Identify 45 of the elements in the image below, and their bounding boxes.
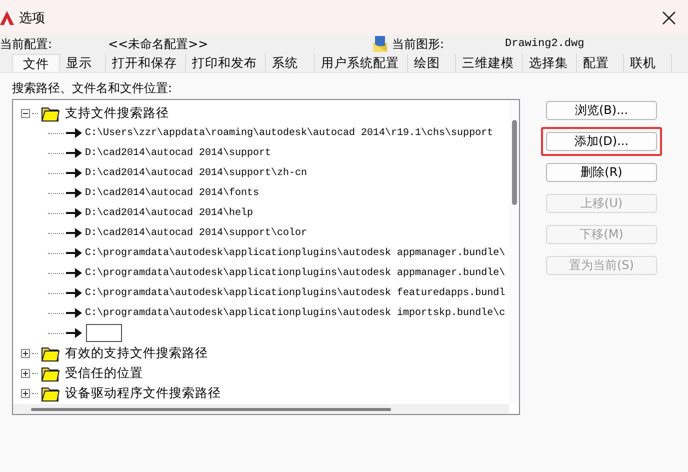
tree-item[interactable]: 设备驱动程序文件搜索路径 <box>65 384 221 402</box>
drawing-name: Drawing2.dwg <box>505 38 586 50</box>
tree-item[interactable]: D:\cad2014\autocad 2014\help <box>85 208 254 218</box>
arrow-icon <box>66 328 82 338</box>
tree-item[interactable]: 受信任的位置 <box>65 364 143 382</box>
arrow-icon <box>66 128 82 138</box>
expand-icon[interactable] <box>21 348 30 358</box>
arrow-icon <box>66 168 82 178</box>
profile-label: 当前配置: <box>0 36 54 52</box>
expand-icon[interactable] <box>21 388 30 398</box>
tree-item[interactable]: D:\cad2014\autocad 2014\support\zh-cn <box>85 168 308 178</box>
tree-item[interactable]: D:\cad2014\autocad 2014\support\color <box>85 228 308 238</box>
arrow-icon <box>66 248 82 258</box>
action-button[interactable]: 添加(D)... <box>546 132 657 151</box>
drawing-file-icon <box>372 35 388 53</box>
window-title: 选项 <box>19 10 46 26</box>
arrow-icon <box>66 228 82 238</box>
profile-name: <<未命名配置>> <box>108 36 210 52</box>
arrow-icon <box>66 308 82 318</box>
vertical-scrollbar[interactable] <box>509 100 519 404</box>
tree-item[interactable]: C:\programdata\autodesk\applicationplugins\autodesk importskp.bundle\c <box>85 308 506 318</box>
arrow-icon <box>66 208 82 218</box>
tree-item[interactable]: D:\cad2014\autocad 2014\support <box>85 148 272 158</box>
collapse-icon[interactable] <box>21 108 30 118</box>
tree-item[interactable]: 支持文件搜索路径 <box>65 104 169 122</box>
input-field[interactable] <box>86 324 122 342</box>
tree-item[interactable]: 有效的支持文件搜索路径 <box>65 344 208 362</box>
tab[interactable]: 文件 <box>12 54 60 72</box>
tree-item[interactable]: C:\programdata\autodesk\applicationplugins\autodesk appmanager.bundle\ <box>85 268 506 278</box>
arrow-icon <box>66 288 82 298</box>
expand-icon[interactable] <box>21 368 30 378</box>
action-button[interactable]: 删除(R) <box>546 163 657 182</box>
tree-caption: 搜索路径、文件名和文件位置: <box>11 80 174 95</box>
arrow-icon <box>66 148 82 158</box>
arrow-icon <box>66 188 82 198</box>
arrow-icon <box>66 268 82 278</box>
tree-item[interactable]: C:\programdata\autodesk\applicationplugins\autodesk appmanager.bundle\ <box>85 248 506 258</box>
tree-item[interactable]: D:\cad2014\autocad 2014\fonts <box>85 188 260 198</box>
drawing-label: 当前图形: <box>392 36 446 52</box>
tree-item[interactable]: C:\programdata\autodesk\applicationplugins\autodesk featuredapps.bundl <box>85 288 506 298</box>
tree-item[interactable]: C:\Users\zzr\appdata\roaming\autodesk\autocad 2014\r19.1\chs\support <box>85 128 494 138</box>
app-logo-icon <box>0 10 14 24</box>
action-button[interactable]: 浏览(B)... <box>546 101 657 120</box>
horizontal-scrollbar[interactable] <box>13 404 509 414</box>
close-icon[interactable] <box>662 10 676 24</box>
